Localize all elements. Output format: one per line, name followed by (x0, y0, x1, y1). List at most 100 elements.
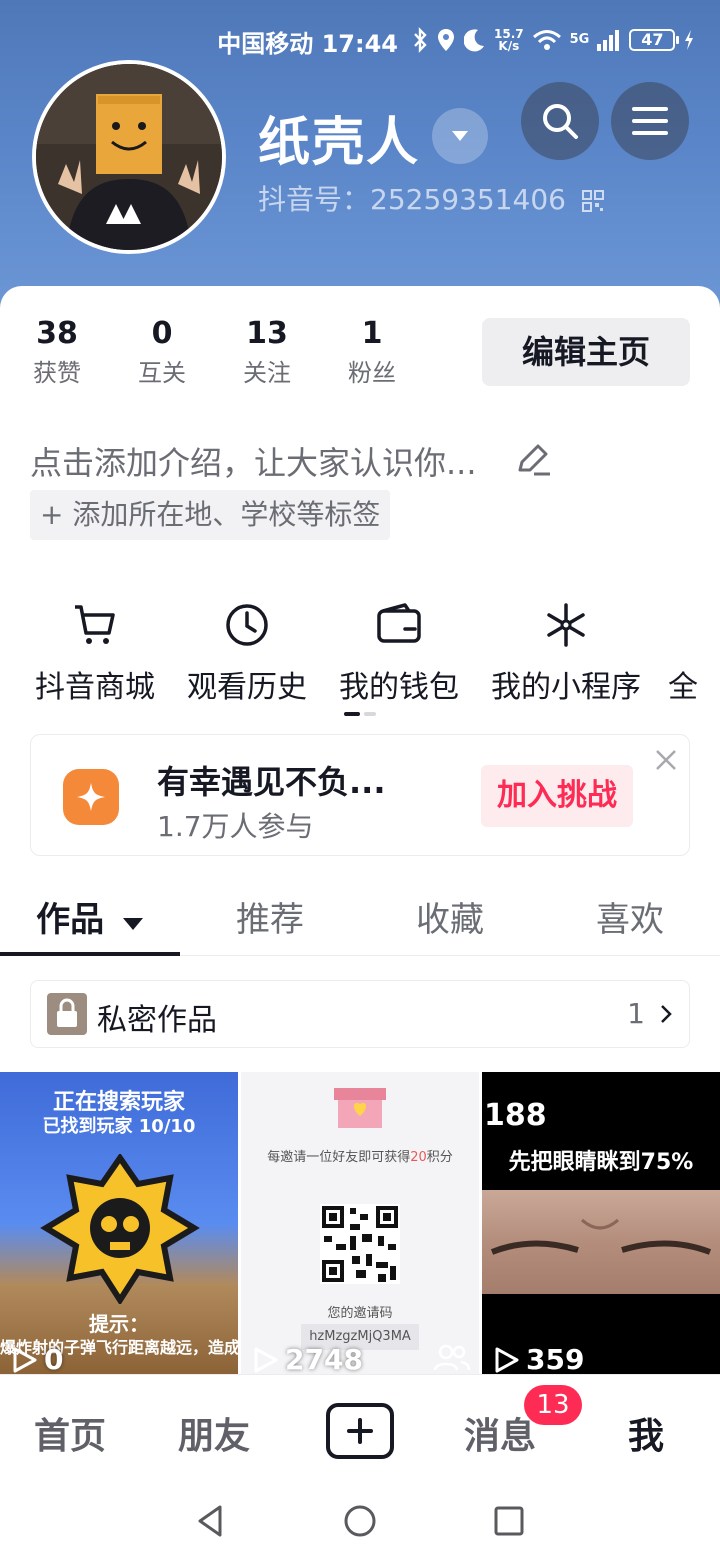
battery-indicator: 47 (629, 29, 680, 51)
wallet-icon (377, 603, 421, 643)
search-icon (543, 104, 578, 139)
play-icon (495, 1347, 519, 1372)
chevron-down-icon (452, 131, 468, 141)
moon-icon (464, 29, 484, 52)
promo-participants: 1.7万人参与 (157, 810, 314, 843)
tool-mini-program[interactable]: 我的小程序 (486, 598, 646, 706)
bottom-nav: 首页 朋友 消息 13 我 (0, 1374, 720, 1486)
tool-mall[interactable]: 抖音商城 (30, 598, 160, 706)
home-icon[interactable] (343, 1504, 377, 1538)
view-count-text: 0 (44, 1343, 64, 1376)
bluetooth-icon (414, 27, 427, 53)
view-count-text: 2748 (285, 1343, 363, 1376)
avatar-image (36, 64, 222, 250)
charging-icon (685, 30, 694, 50)
signal-icon (597, 30, 620, 51)
tool-label: 我的小程序 (491, 670, 641, 705)
tool-more[interactable]: 全 (668, 598, 720, 706)
stat-number: 1 (361, 316, 383, 351)
plus-icon (347, 1418, 373, 1444)
stat-label: 获赞 (33, 359, 81, 387)
lock-icon (47, 993, 87, 1035)
avatar[interactable] (32, 60, 226, 254)
douyin-id-text: 抖音号：25259351406 (258, 183, 566, 216)
clock-icon (226, 604, 268, 646)
video-thumbnail[interactable]: 每邀请一位好友即可获得20积分 您的邀请码 hzMzgzMjQ3MA 2748 (241, 1072, 479, 1376)
invite-code-label: 您的邀请码 (327, 1306, 393, 1321)
view-count: 2748 (253, 1343, 363, 1376)
chevron-right-icon (661, 1005, 672, 1023)
profile-tabs: 作品 推荐 收藏 喜欢 (0, 892, 720, 956)
video-text-number: 188 (484, 1098, 547, 1133)
add-tags-button[interactable]: + 添加所在地、学校等标签 (30, 490, 391, 540)
tool-label: 抖音商城 (35, 670, 155, 705)
bio-placeholder[interactable]: 点击添加介绍，让大家认识你... (30, 438, 477, 484)
qr-code-icon (581, 190, 604, 212)
stat-label: 粉丝 (348, 359, 396, 387)
douyin-id[interactable]: 抖音号：25259351406 (258, 178, 605, 218)
account-switch-button[interactable] (432, 108, 488, 164)
challenge-promo-card[interactable]: 有幸遇见不负... 1.7万人参与 加入挑战 (30, 734, 690, 856)
network-speed: 15.7 K/s (494, 27, 524, 53)
private-works-count: 1 (627, 997, 645, 1030)
private-works-row[interactable]: 私密作品 1 (30, 980, 690, 1048)
tool-history[interactable]: 观看历史 (182, 598, 312, 706)
edit-profile-button[interactable]: 编辑主页 (482, 318, 690, 386)
stat-number: 38 (36, 316, 78, 351)
eyes-image (482, 1190, 720, 1294)
close-icon[interactable] (653, 747, 679, 773)
back-icon[interactable] (196, 1504, 226, 1538)
video-text-hint: 提示： (89, 1312, 149, 1336)
location-icon (438, 29, 454, 51)
pencil-icon[interactable] (514, 440, 552, 478)
promo-title: 有幸遇见不负... (157, 763, 386, 801)
stat-followers[interactable]: 1 粉丝 (327, 316, 417, 388)
view-count: 359 (494, 1343, 584, 1376)
video-text-sub: 已找到玩家 10/10 (42, 1116, 196, 1137)
challenge-icon (63, 769, 119, 825)
stat-mutual[interactable]: 0 互关 (117, 316, 207, 388)
friends-icon (433, 1344, 471, 1371)
stat-label: 关注 (243, 359, 291, 387)
tab-active-indicator (0, 952, 180, 956)
tool-label: 观看历史 (187, 670, 307, 705)
messages-badge: 13 (524, 1385, 582, 1425)
network-type: 5G (569, 32, 590, 47)
mini-program-icon (547, 603, 585, 647)
system-navigation-bar (0, 1486, 720, 1559)
cart-icon (75, 605, 115, 644)
stat-likes[interactable]: 38 获赞 (12, 316, 102, 388)
tab-works[interactable]: 作品 (0, 892, 180, 948)
nav-home[interactable]: 首页 (34, 1407, 106, 1459)
tool-wallet[interactable]: 我的钱包 (334, 598, 464, 706)
nav-messages[interactable]: 消息 (464, 1407, 536, 1459)
play-icon (254, 1347, 278, 1372)
view-count-text: 359 (526, 1343, 585, 1376)
create-button[interactable] (326, 1403, 394, 1459)
video-thumbnail[interactable]: 188 先把眼睛眯到75% 359 (482, 1072, 720, 1376)
video-thumbnail[interactable]: 正在搜索玩家 已找到玩家 10/10 提示： 爆炸射的子弹飞行距离越远，造成的伤… (0, 1072, 238, 1376)
search-button[interactable] (521, 82, 599, 160)
menu-button[interactable] (611, 82, 689, 160)
join-challenge-button[interactable]: 加入挑战 (481, 765, 633, 827)
recents-icon[interactable] (494, 1506, 524, 1536)
carrier-time: 中国移动 17:44 (217, 30, 398, 58)
wifi-icon (532, 30, 561, 50)
qr-code-image (320, 1204, 400, 1284)
nav-friends[interactable]: 朋友 (178, 1407, 250, 1459)
tab-label: 作品 (36, 900, 105, 940)
nav-me[interactable]: 我 (628, 1407, 664, 1459)
game-logo (40, 1154, 200, 1304)
tab-likes[interactable]: 喜欢 (540, 892, 720, 948)
nickname: 纸壳人 (258, 113, 421, 173)
play-icon (13, 1347, 37, 1372)
tab-favorites[interactable]: 收藏 (360, 892, 540, 948)
invite-text: 每邀请一位好友即可获得20积分 (267, 1150, 453, 1165)
view-count: 0 (12, 1343, 63, 1376)
stat-following[interactable]: 13 关注 (222, 316, 312, 388)
video-caption: 先把眼睛眯到75% (508, 1150, 694, 1175)
stat-label: 互关 (138, 359, 186, 387)
gift-icon (334, 1088, 386, 1128)
stat-number: 13 (246, 316, 288, 351)
tab-recommend[interactable]: 推荐 (180, 892, 360, 948)
